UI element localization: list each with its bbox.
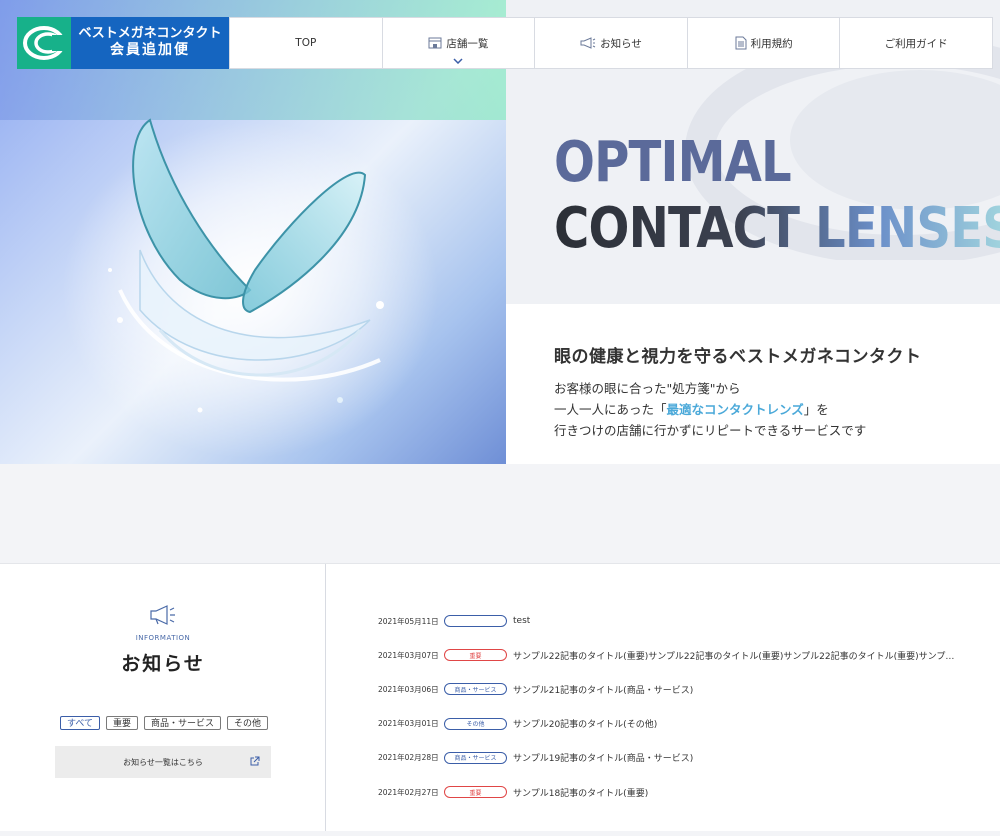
news-tag: 重要 [444, 649, 507, 662]
desc-line-1: お客様の眼に合った"処方箋"から [554, 381, 741, 396]
nav-item-label: ご利用ガイド [884, 37, 948, 50]
nav-item-terms[interactable]: 利用規約 [686, 18, 840, 68]
hero-image [0, 0, 506, 464]
news-title[interactable]: サンプル18記事のタイトル(重要) [513, 786, 648, 799]
news-title[interactable]: サンプル22記事のタイトル(重要)サンプル22記事のタイトル(重要)サンプル22… [513, 649, 963, 662]
news-sidebar: INFORMATION お知らせ すべて 重要 商品・サービス その他 お知らせ… [0, 564, 326, 832]
external-link-icon [250, 756, 260, 766]
news-title[interactable]: test [513, 616, 530, 626]
section-title: お知らせ [121, 653, 205, 675]
news-list-link-label: お知らせ一覧はこちら [123, 757, 203, 767]
desc-highlight: 最適なコンタクトレンズ [666, 402, 804, 417]
news-tag: 商品・サービス [444, 751, 507, 764]
list-item[interactable]: 2021年03月01日 その他 サンプル20記事のタイトル(その他) [378, 707, 978, 741]
news-title[interactable]: サンプル21記事のタイトル(商品・サービス) [513, 683, 693, 696]
news-date: 2021年03月07日 [378, 650, 439, 660]
nav-item-label: 利用規約 [750, 37, 793, 50]
hero-title-line2: CONTACT LENSES [554, 201, 1000, 257]
list-item[interactable]: 2021年02月27日 重要 サンプル18記事のタイトル(重要) [378, 775, 978, 809]
hero-intro: 眼の健康と視力を守るベストメガネコンタクト お客様の眼に合った"処方箋"から 一… [506, 304, 1000, 464]
list-item[interactable]: 2021年05月11日 test [378, 604, 978, 638]
logo-line1: ベストメガネコンタクト [78, 26, 222, 42]
store-icon [428, 37, 442, 49]
news-section: INFORMATION お知らせ すべて 重要 商品・サービス その他 お知らせ… [0, 563, 1000, 832]
desc-line-3: 行きつけの店舗に行かずにリピートできるサービスです [554, 423, 867, 438]
hero-title: OPTIMAL CONTACT LENSES [554, 135, 1000, 257]
news-list-link[interactable]: お知らせ一覧はこちら [55, 746, 271, 778]
contact-lens-splash-image [108, 118, 384, 413]
filter-products[interactable]: 商品・サービス [144, 716, 222, 730]
brand-circle-logo-icon [17, 17, 71, 69]
nav-item-stores[interactable]: 店舗一覧 [381, 18, 535, 68]
news-list: 2021年05月11日 test 2021年03月07日 重要 サンプル22記事… [378, 604, 978, 809]
filter-important[interactable]: 重要 [106, 716, 139, 730]
site-logo[interactable]: ベストメガネコンタクト 会員追加便 [17, 17, 229, 69]
news-tag: 重要 [444, 786, 507, 799]
news-date: 2021年02月28日 [378, 753, 439, 763]
page-bottom-strip [0, 831, 1000, 836]
news-tag: その他 [444, 717, 507, 730]
news-title[interactable]: サンプル20記事のタイトル(その他) [513, 717, 657, 730]
news-date: 2021年03月01日 [378, 719, 439, 729]
hero-title-line1: OPTIMAL [554, 130, 792, 195]
megaphone-icon [150, 605, 175, 625]
chevron-down-icon [453, 58, 463, 64]
news-filters: すべて 重要 商品・サービス その他 [60, 716, 269, 730]
filter-other[interactable]: その他 [227, 716, 269, 730]
news-date: 2021年03月06日 [378, 684, 439, 694]
logo-line2: 会員追加便 [110, 42, 190, 59]
nav-item-guide[interactable]: ご利用ガイド [839, 18, 992, 68]
list-item[interactable]: 2021年03月07日 重要 サンプル22記事のタイトル(重要)サンプル22記事… [378, 638, 978, 672]
news-date: 2021年05月11日 [378, 616, 439, 626]
news-date: 2021年02月27日 [378, 787, 439, 797]
news-tag: 商品・サービス [444, 683, 507, 696]
nav-item-label: TOP [295, 37, 317, 49]
megaphone-icon [580, 37, 596, 49]
logo-text: ベストメガネコンタクト 会員追加便 [71, 17, 229, 69]
news-tag [444, 615, 507, 628]
desc-line-2: 一人一人にあった「最適なコンタクトレンズ」を [554, 399, 866, 420]
nav-item-label: 店舗一覧 [446, 37, 489, 50]
list-item[interactable]: 2021年02月28日 商品・サービス サンプル19記事のタイトル(商品・サービ… [378, 741, 978, 775]
news-title[interactable]: サンプル19記事のタイトル(商品・サービス) [513, 751, 693, 764]
desc-line-2-post: 」を [803, 402, 829, 417]
document-icon [735, 36, 747, 50]
nav-item-label: お知らせ [600, 37, 642, 50]
hero-description: お客様の眼に合った"処方箋"から 一人一人にあった「最適なコンタクトレンズ」を … [554, 378, 866, 441]
global-nav: TOP 店舗一覧 お知らせ 利用規約 ご利用ガイド [229, 17, 993, 69]
nav-item-news[interactable]: お知らせ [534, 18, 687, 68]
nav-item-top[interactable]: TOP [229, 18, 382, 68]
hero-tagline: 眼の健康と視力を守るベストメガネコンタクト [554, 347, 922, 367]
section-eyebrow: INFORMATION [135, 634, 191, 642]
list-item[interactable]: 2021年03月06日 商品・サービス サンプル21記事のタイトル(商品・サービ… [378, 672, 978, 706]
filter-all[interactable]: すべて [60, 716, 101, 730]
desc-line-2-pre: 一人一人にあった「 [554, 402, 667, 417]
